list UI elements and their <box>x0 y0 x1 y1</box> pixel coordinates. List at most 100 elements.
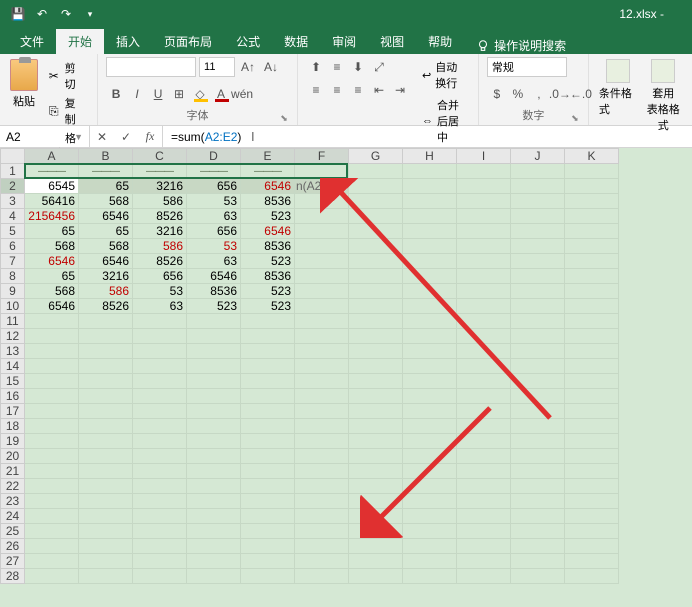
worksheet-area[interactable]: ABCDEFGHIJK1———————————————2654565321665… <box>0 148 692 607</box>
row-header-15[interactable]: 15 <box>1 374 25 389</box>
cell[interactable] <box>187 374 241 389</box>
cell[interactable] <box>403 449 457 464</box>
cell[interactable] <box>565 419 619 434</box>
cell[interactable] <box>457 389 511 404</box>
cell[interactable] <box>349 164 403 179</box>
cell[interactable] <box>511 269 565 284</box>
cell[interactable] <box>241 539 295 554</box>
cell-header[interactable]: ——— <box>25 164 79 179</box>
cell[interactable] <box>511 554 565 569</box>
cell-D8[interactable]: 6546 <box>187 269 241 284</box>
cell[interactable] <box>241 509 295 524</box>
cell[interactable] <box>133 389 187 404</box>
cell[interactable] <box>565 434 619 449</box>
cell[interactable] <box>511 524 565 539</box>
cell-C8[interactable]: 656 <box>133 269 187 284</box>
cell[interactable] <box>565 284 619 299</box>
cell[interactable] <box>295 194 349 209</box>
cell[interactable] <box>565 344 619 359</box>
cell[interactable] <box>403 479 457 494</box>
cell-A4[interactable]: 2156456 <box>25 209 79 224</box>
cell-A10[interactable]: 6546 <box>25 299 79 314</box>
number-format-dropdown[interactable] <box>487 57 567 77</box>
cell[interactable] <box>295 344 349 359</box>
cell[interactable] <box>133 554 187 569</box>
cell[interactable] <box>79 449 133 464</box>
row-header-17[interactable]: 17 <box>1 404 25 419</box>
select-all-corner[interactable] <box>1 149 25 164</box>
cell[interactable] <box>457 374 511 389</box>
cell[interactable] <box>403 164 457 179</box>
cell[interactable] <box>25 329 79 344</box>
row-header-22[interactable]: 22 <box>1 479 25 494</box>
cell[interactable] <box>187 449 241 464</box>
cell[interactable] <box>133 539 187 554</box>
cell[interactable] <box>25 494 79 509</box>
cell[interactable] <box>511 569 565 584</box>
cell[interactable] <box>403 329 457 344</box>
cell[interactable] <box>511 449 565 464</box>
tab-home[interactable]: 开始 <box>56 29 104 54</box>
col-header-J[interactable]: J <box>511 149 565 164</box>
cell-A6[interactable]: 568 <box>25 239 79 254</box>
cell[interactable] <box>565 389 619 404</box>
cell[interactable] <box>295 404 349 419</box>
cell[interactable] <box>511 224 565 239</box>
cell[interactable] <box>187 539 241 554</box>
cell[interactable] <box>295 419 349 434</box>
row-header-11[interactable]: 11 <box>1 314 25 329</box>
cell[interactable] <box>241 464 295 479</box>
cell[interactable] <box>295 254 349 269</box>
bold-button[interactable]: B <box>106 84 126 104</box>
cell-E7[interactable]: 523 <box>241 254 295 269</box>
cell[interactable] <box>565 449 619 464</box>
cell[interactable] <box>133 314 187 329</box>
cell[interactable] <box>187 464 241 479</box>
cell[interactable] <box>565 404 619 419</box>
cell[interactable] <box>349 539 403 554</box>
cell[interactable] <box>403 209 457 224</box>
cell[interactable] <box>295 479 349 494</box>
cell-D10[interactable]: 523 <box>187 299 241 314</box>
cell[interactable] <box>79 389 133 404</box>
cell[interactable] <box>403 434 457 449</box>
font-name-input[interactable] <box>106 57 196 77</box>
cell[interactable] <box>133 359 187 374</box>
cell-D2[interactable]: 656 <box>187 179 241 194</box>
cell[interactable] <box>403 554 457 569</box>
cell[interactable] <box>241 344 295 359</box>
cell-D4[interactable]: 63 <box>187 209 241 224</box>
cell[interactable] <box>241 554 295 569</box>
cell[interactable] <box>79 329 133 344</box>
cell[interactable] <box>403 374 457 389</box>
cell[interactable] <box>457 164 511 179</box>
number-launcher-icon[interactable]: ⬊ <box>570 113 580 123</box>
conditional-format-button[interactable]: 条件格式 <box>597 57 639 119</box>
cell[interactable] <box>457 494 511 509</box>
align-middle-icon[interactable]: ≡ <box>327 57 347 77</box>
cell[interactable] <box>565 224 619 239</box>
cell[interactable] <box>457 569 511 584</box>
percent-icon[interactable]: % <box>508 84 528 104</box>
cell[interactable] <box>403 464 457 479</box>
cell-header[interactable]: ——— <box>79 164 133 179</box>
cell[interactable] <box>79 494 133 509</box>
cell[interactable] <box>403 359 457 374</box>
font-launcher-icon[interactable]: ⬊ <box>279 113 289 123</box>
cell-D6[interactable]: 53 <box>187 239 241 254</box>
cell[interactable] <box>295 209 349 224</box>
cell[interactable] <box>403 344 457 359</box>
cell-E9[interactable]: 523 <box>241 284 295 299</box>
cell[interactable] <box>133 344 187 359</box>
cell[interactable] <box>511 374 565 389</box>
cell[interactable] <box>241 389 295 404</box>
cell[interactable] <box>241 359 295 374</box>
wrap-text-button[interactable]: ↩自动换行 <box>420 57 470 93</box>
cell-D3[interactable]: 53 <box>187 194 241 209</box>
row-header-27[interactable]: 27 <box>1 554 25 569</box>
cell[interactable] <box>565 209 619 224</box>
cell-C6[interactable]: 586 <box>133 239 187 254</box>
cell[interactable] <box>295 224 349 239</box>
row-header-10[interactable]: 10 <box>1 299 25 314</box>
cell-F2[interactable]: n(A2:E2) <box>295 179 349 194</box>
